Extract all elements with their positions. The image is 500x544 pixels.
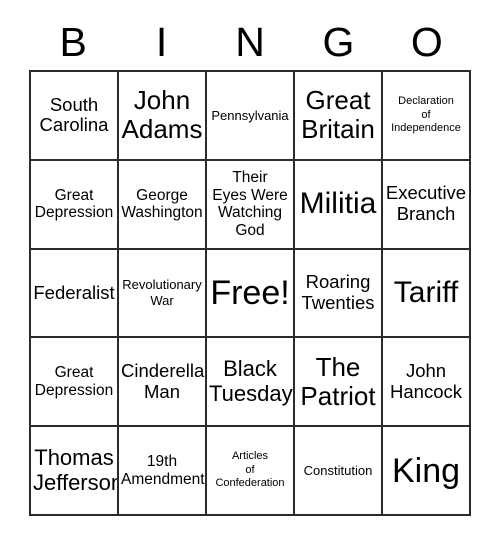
bingo-cell-label: Their Eyes Were Watching God bbox=[212, 169, 288, 239]
bingo-cell-g2[interactable]: Militia bbox=[295, 160, 383, 250]
bingo-cell-i5[interactable]: 19th Amendment bbox=[119, 427, 207, 516]
bingo-cell-b4[interactable]: Great Depression bbox=[31, 338, 119, 428]
bingo-header: B I N G O bbox=[29, 14, 471, 70]
bingo-cell-i2[interactable]: George Washington bbox=[119, 160, 207, 250]
bingo-cell-b2[interactable]: Great Depression bbox=[31, 160, 119, 250]
bingo-cell-label: Roaring Twenties bbox=[301, 271, 375, 313]
bingo-cell-label: Revolutionary War bbox=[122, 277, 202, 308]
bingo-cell-g5[interactable]: Constitution bbox=[295, 427, 383, 516]
bingo-cell-label: Constitution bbox=[303, 462, 373, 478]
bingo-cell-i3[interactable]: Revolutionary War bbox=[119, 249, 207, 339]
bingo-header-letter-g: G bbox=[322, 18, 355, 65]
bingo-cell-label: South Carolina bbox=[39, 93, 109, 136]
bingo-cell-label: Executive Branch bbox=[385, 182, 467, 225]
bingo-cell-label: Pennsylvania bbox=[211, 107, 289, 123]
bingo-cell-label: John Adams bbox=[121, 85, 203, 145]
bingo-cell-b3[interactable]: Federalist bbox=[31, 249, 119, 339]
bingo-cell-n5[interactable]: Articles of Confederation bbox=[207, 427, 295, 516]
bingo-cell-b1[interactable]: South Carolina bbox=[31, 72, 119, 161]
bingo-grid: South Carolina John Adams Pennsylvania G… bbox=[29, 70, 471, 516]
bingo-cell-i1[interactable]: John Adams bbox=[119, 72, 207, 161]
bingo-cell-label: George Washington bbox=[121, 186, 203, 222]
bingo-cell-label: 19th Amendment bbox=[121, 453, 205, 488]
bingo-cell-label: The Patriot bbox=[300, 351, 376, 411]
bingo-cell-label: Black Tuesday bbox=[209, 356, 293, 406]
bingo-header-letter-b: B bbox=[59, 18, 87, 65]
bingo-cell-g4[interactable]: The Patriot bbox=[295, 338, 383, 428]
bingo-cell-label: Militia bbox=[299, 187, 377, 221]
bingo-header-letter-n: N bbox=[235, 18, 265, 65]
bingo-header-letter-o: O bbox=[410, 18, 443, 65]
bingo-cell-g1[interactable]: Great Britain bbox=[295, 72, 383, 161]
bingo-card: B I N G O South Carolina John Adams Penn… bbox=[0, 0, 500, 544]
bingo-cell-i4[interactable]: Cinderella Man bbox=[119, 338, 207, 428]
bingo-cell-label: Great Britain bbox=[301, 85, 375, 145]
bingo-cell-n1[interactable]: Pennsylvania bbox=[207, 72, 295, 161]
bingo-cell-n4[interactable]: Black Tuesday bbox=[207, 338, 295, 428]
bingo-cell-label: Great Depression bbox=[34, 364, 114, 399]
bingo-header-letter-i: I bbox=[155, 18, 168, 65]
bingo-cell-label: Cinderella Man bbox=[121, 360, 205, 402]
bingo-cell-label: Tariff bbox=[393, 276, 459, 310]
bingo-cell-label: Great Depression bbox=[34, 186, 114, 222]
bingo-cell-o5[interactable]: King bbox=[383, 427, 471, 516]
bingo-cell-b5[interactable]: Thomas Jefferson bbox=[31, 427, 119, 516]
bingo-cell-label: Articles of Confederation bbox=[215, 450, 285, 490]
bingo-cell-label: Thomas Jefferson bbox=[33, 444, 119, 495]
bingo-cell-label: Declaration of Independence bbox=[391, 95, 461, 135]
bingo-cell-label: Federalist bbox=[33, 281, 115, 303]
bingo-cell-o3[interactable]: Tariff bbox=[383, 249, 471, 339]
bingo-cell-free-space[interactable]: Free! bbox=[207, 249, 295, 339]
bingo-cell-n2[interactable]: Their Eyes Were Watching God bbox=[207, 160, 295, 250]
bingo-cell-label: King bbox=[391, 451, 461, 490]
bingo-cell-g3[interactable]: Roaring Twenties bbox=[295, 249, 383, 339]
bingo-cell-o1[interactable]: Declaration of Independence bbox=[383, 72, 471, 161]
bingo-cell-label: John Hancock bbox=[390, 360, 462, 402]
bingo-cell-o4[interactable]: John Hancock bbox=[383, 338, 471, 428]
bingo-free-space-label: Free! bbox=[210, 273, 290, 312]
bingo-cell-o2[interactable]: Executive Branch bbox=[383, 160, 471, 250]
